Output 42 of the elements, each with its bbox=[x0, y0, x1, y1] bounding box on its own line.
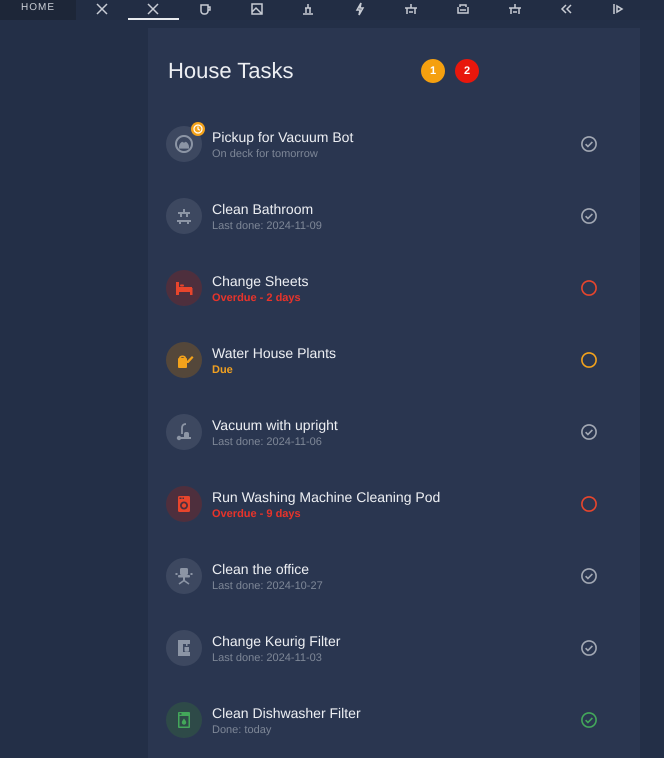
task-status-text: Done: today bbox=[212, 722, 272, 736]
table-icon bbox=[404, 2, 418, 16]
rewind-icon bbox=[559, 2, 574, 16]
task-title: Clean Dishwasher Filter bbox=[212, 704, 361, 722]
check-circle-icon[interactable] bbox=[581, 568, 597, 584]
check-circle-icon[interactable] bbox=[581, 640, 597, 656]
task-status-text: Overdue - 2 days bbox=[212, 290, 301, 304]
task-title: Vacuum with upright bbox=[212, 416, 338, 434]
task-status-text: Last done: 2024-11-03 bbox=[212, 650, 322, 664]
task-title: Run Washing Machine Cleaning Pod bbox=[212, 488, 440, 506]
close-icon bbox=[94, 2, 109, 16]
task-title: Pickup for Vacuum Bot bbox=[212, 128, 354, 146]
task-status-text: Last done: 2024-11-09 bbox=[212, 218, 322, 232]
cup-icon bbox=[198, 2, 212, 16]
circle-icon[interactable] bbox=[581, 496, 597, 512]
table-icon bbox=[508, 2, 522, 16]
faucet-icon bbox=[301, 2, 316, 16]
count-badge: 1 bbox=[421, 59, 445, 83]
task-title: Clean Bathroom bbox=[212, 200, 314, 218]
task-status-text: Last done: 2024-11-06 bbox=[212, 434, 322, 448]
card-title: House Tasks bbox=[168, 58, 294, 84]
count-badge: 2 bbox=[455, 59, 479, 83]
bolt-icon bbox=[352, 2, 367, 16]
task-title: Change Keurig Filter bbox=[212, 632, 340, 650]
picture-icon bbox=[250, 2, 264, 16]
check-circle-icon[interactable] bbox=[581, 208, 597, 224]
check-circle-icon[interactable] bbox=[581, 136, 597, 152]
check-circle-icon[interactable] bbox=[581, 424, 597, 440]
task-title: Clean the office bbox=[212, 560, 310, 578]
task-status-text: Overdue - 9 days bbox=[212, 506, 301, 520]
task-title: Water House Plants bbox=[212, 344, 336, 362]
check-circle-icon[interactable] bbox=[581, 712, 597, 728]
circle-icon[interactable] bbox=[581, 352, 597, 368]
task-title: Change Sheets bbox=[212, 272, 309, 290]
circle-icon[interactable] bbox=[581, 280, 597, 296]
sofa-icon bbox=[456, 2, 470, 16]
play-icon bbox=[610, 2, 625, 16]
home-tab[interactable]: HOME bbox=[0, 0, 76, 20]
task-status-text: Due bbox=[212, 362, 233, 376]
task-status-text: Last done: 2024-10-27 bbox=[212, 578, 323, 592]
task-status-text: On deck for tomorrow bbox=[212, 146, 318, 160]
close-icon bbox=[146, 2, 160, 16]
